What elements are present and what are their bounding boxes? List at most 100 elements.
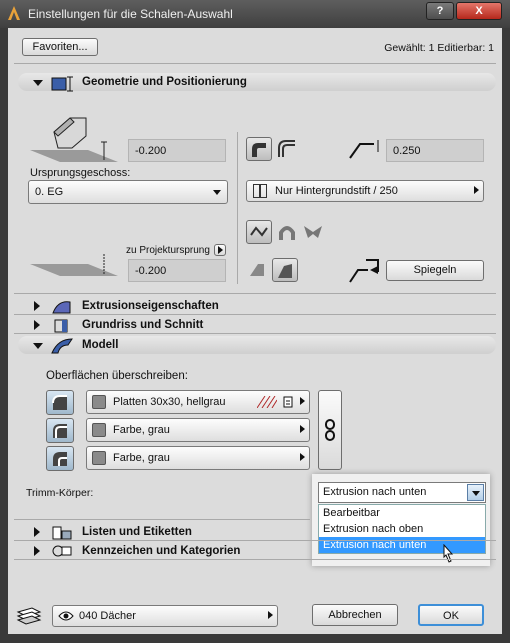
layer-select[interactable]: 040 Dächer xyxy=(52,605,278,627)
favorites-button[interactable]: Favoriten... xyxy=(22,38,98,56)
wavy-shape-icon xyxy=(250,226,268,237)
home-story-select[interactable]: 0. EG xyxy=(28,180,228,204)
trim-options-list: Bearbeitbar Extrusion nach oben Extrusio… xyxy=(318,504,486,554)
document-icon xyxy=(283,396,293,408)
thickness-field[interactable]: -0.200 xyxy=(128,139,226,162)
chevron-down-icon xyxy=(213,190,221,195)
chevron-down-icon xyxy=(472,491,480,496)
collapse-triangle-icon[interactable] xyxy=(33,343,43,349)
help-button[interactable]: ? xyxy=(426,2,454,20)
pen-swatch-icon xyxy=(260,184,267,198)
tags-icon xyxy=(52,545,72,557)
cut-left-icon[interactable] xyxy=(246,258,268,280)
mouse-cursor-icon xyxy=(443,544,454,563)
cancel-button[interactable]: Abbrechen xyxy=(312,604,398,626)
surface-swatch-icon xyxy=(92,395,106,409)
chevron-right-icon xyxy=(300,425,305,433)
surface-toggle-3[interactable] xyxy=(46,446,74,471)
section-title-extrusion[interactable]: Extrusionseigenschaften xyxy=(82,300,219,312)
section-title-geometry: Geometrie und Positionierung xyxy=(82,76,247,88)
close-button[interactable]: X xyxy=(456,2,502,20)
chevron-right-icon xyxy=(300,453,305,461)
ok-button[interactable]: OK xyxy=(418,604,484,626)
pen-swatch-icon xyxy=(253,184,260,198)
divider xyxy=(14,293,496,294)
offset-field[interactable]: -0.200 xyxy=(128,259,226,282)
extrusion-icon xyxy=(52,301,71,314)
chevron-right-icon xyxy=(300,397,305,405)
trim-body-label: Trimm-Körper: xyxy=(26,487,94,499)
surface-value-2: Farbe, grau xyxy=(113,424,170,436)
surface-select-3[interactable]: Farbe, grau xyxy=(86,446,310,470)
divider xyxy=(14,519,310,520)
fold-shape-icon[interactable] xyxy=(302,222,324,242)
surface-select-1[interactable]: Platten 30x30, hellgrau xyxy=(86,390,310,414)
cut-right-icon xyxy=(278,264,292,278)
mirror-icon xyxy=(349,259,379,283)
surface-toggle-1[interactable] xyxy=(46,390,74,415)
edge-surface-icon xyxy=(53,424,67,438)
surface-value-1: Platten 30x30, hellgrau xyxy=(113,396,226,408)
offset-popup-button[interactable] xyxy=(214,244,226,256)
divider xyxy=(14,540,496,541)
surface-value-3: Farbe, grau xyxy=(113,452,170,464)
chevron-right-icon xyxy=(268,611,273,619)
layer-icon xyxy=(16,607,42,625)
perpendicular-edge-icon xyxy=(252,143,266,157)
override-surfaces-label: Oberflächen überschreiben: xyxy=(46,370,188,382)
home-story-value: 0. EG xyxy=(35,186,64,198)
edge-type-perpendicular-button[interactable] xyxy=(246,137,272,161)
divider xyxy=(14,63,496,64)
divider xyxy=(14,559,496,560)
expand-triangle-icon[interactable] xyxy=(34,320,40,330)
surface-swatch-icon xyxy=(92,423,106,437)
dropdown-arrow-button[interactable] xyxy=(467,484,484,501)
section-title-floorplan[interactable]: Grundriss und Schnitt xyxy=(82,319,203,331)
section-title-model: Modell xyxy=(82,339,119,351)
top-surface-icon xyxy=(52,395,67,410)
expand-triangle-icon[interactable] xyxy=(34,527,40,537)
offset-label: zu Projektursprung xyxy=(126,245,210,256)
listing-icon xyxy=(52,526,72,540)
edge-height-icon xyxy=(349,140,379,159)
column-divider xyxy=(237,132,238,284)
hatch-pattern-icon xyxy=(257,396,277,408)
chevron-right-icon xyxy=(474,186,479,194)
trim-body-select[interactable]: Extrusion nach unten xyxy=(318,482,486,503)
home-story-label: Ursprungsgeschoss: xyxy=(30,167,131,179)
trim-option-editable[interactable]: Bearbeitbar xyxy=(319,505,485,521)
layer-value: 040 Dächer xyxy=(79,610,136,622)
model-icon xyxy=(51,338,73,354)
expand-triangle-icon[interactable] xyxy=(34,301,40,311)
shell-geometry-icon xyxy=(51,76,73,92)
selection-info: Gewählt: 1 Editierbar: 1 xyxy=(384,42,494,54)
shape-type-button[interactable] xyxy=(246,220,272,244)
link-surfaces-button[interactable] xyxy=(318,390,342,470)
play-icon xyxy=(218,246,223,254)
expand-triangle-icon[interactable] xyxy=(34,546,40,556)
mirror-button[interactable]: Spiegeln xyxy=(386,260,484,281)
contour-pen-value: Nur Hintergrundstift / 250 xyxy=(275,185,398,197)
divider xyxy=(14,333,496,334)
archicad-app-icon xyxy=(8,6,20,20)
surface-select-2[interactable]: Farbe, grau xyxy=(86,418,310,442)
vertical-edge-icon[interactable] xyxy=(277,139,297,159)
window-title: Einstellungen für die Schalen-Auswahl xyxy=(28,7,233,21)
collapse-triangle-icon[interactable] xyxy=(33,80,43,86)
trim-option-up[interactable]: Extrusion nach oben xyxy=(319,521,485,537)
bottom-surface-icon xyxy=(53,452,67,466)
cut-right-button[interactable] xyxy=(272,258,298,282)
floorplan-section-icon xyxy=(54,319,68,333)
arch-shape-icon[interactable] xyxy=(277,222,297,242)
offset-diagram-icon xyxy=(30,254,118,276)
section-title-tags[interactable]: Kennzeichen und Kategorien xyxy=(82,545,240,557)
edge-value-field[interactable]: 0.250 xyxy=(386,139,484,162)
surface-swatch-icon xyxy=(92,451,106,465)
surface-toggle-2[interactable] xyxy=(46,418,74,443)
divider xyxy=(14,314,496,315)
contour-pen-select[interactable]: Nur Hintergrundstift / 250 xyxy=(246,180,484,202)
section-title-listing[interactable]: Listen und Etiketten xyxy=(82,526,192,538)
shell-thickness-diagram-icon xyxy=(30,117,118,162)
eye-icon xyxy=(58,611,74,621)
chain-link-icon xyxy=(325,419,335,441)
